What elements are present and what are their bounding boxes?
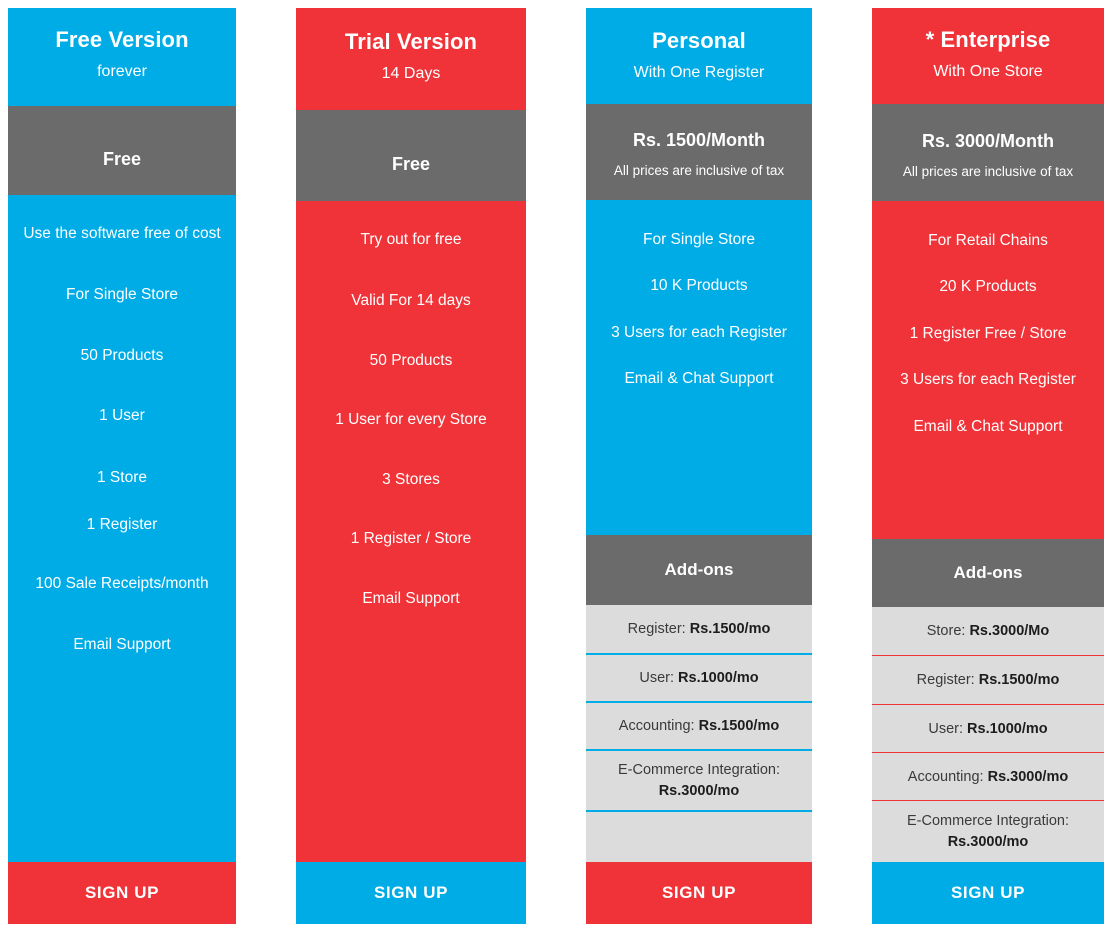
plan-name: * Enterprise: [925, 27, 1051, 52]
feature-item: For Retail Chains: [928, 232, 1048, 249]
feature-item: Email Support: [362, 590, 460, 608]
plan-subtitle: With One Register: [633, 64, 765, 82]
feature-item: Email & Chat Support: [913, 417, 1063, 435]
addon-label: Store:: [926, 623, 966, 639]
feature-item: For Single Store: [643, 231, 755, 248]
feature-item: Valid For 14 days: [351, 292, 471, 310]
addon-row[interactable]: E-Commerce Integration: Rs.3000/mo: [872, 800, 1104, 862]
plan-feature-list: For Single Store 10 K Products 3 Users f…: [586, 200, 812, 535]
feature-item: 20 K Products: [939, 278, 1037, 296]
plan-price-band: Free: [8, 106, 236, 195]
addon-price: Rs.1500/mo: [978, 672, 1060, 688]
plan-subtitle: 14 Days: [381, 65, 441, 83]
plan-card-free-version: Free Version forever Free Use the softwa…: [8, 8, 236, 924]
feature-item: Email & Chat Support: [624, 370, 774, 388]
addon-price: Rs.3000/mo: [947, 834, 1029, 850]
plan-subtitle: With One Store: [933, 63, 1043, 81]
addon-label: Register:: [916, 672, 975, 688]
plan-name: Trial Version: [344, 29, 478, 54]
signup-button-label: SIGN UP: [84, 883, 160, 902]
plan-feature-list: Try out for free Valid For 14 days 50 Pr…: [296, 201, 526, 862]
addons-title: Add-ons: [872, 539, 1104, 607]
plan-price-note: All prices are inclusive of tax: [613, 162, 785, 178]
plan-name: Free Version: [55, 27, 189, 52]
feature-item: Email Support: [73, 635, 171, 653]
feature-item: 1 Register Free / Store: [909, 324, 1067, 342]
plan-price: Free: [391, 154, 431, 174]
addon-row[interactable]: User: Rs.1000/mo: [872, 704, 1104, 752]
plan-feature-list: Use the software free of cost For Single…: [8, 195, 236, 862]
addon-price: Rs.1500/mo: [689, 621, 771, 637]
addons-list: Store: Rs.3000/Mo Register: Rs.1500/mo U…: [872, 607, 1104, 862]
feature-item: 50 Products: [80, 346, 164, 364]
addon-row[interactable]: Register: Rs.1500/mo: [586, 605, 812, 653]
feature-item: 1 User: [99, 407, 145, 425]
plan-price: Rs. 3000/Month: [921, 131, 1055, 151]
plan-price-band: Rs. 1500/Month All prices are inclusive …: [586, 104, 812, 200]
feature-item: 10 K Products: [650, 277, 748, 295]
signup-button[interactable]: SIGN UP: [296, 862, 526, 924]
feature-item: Try out for free: [360, 231, 462, 248]
signup-button[interactable]: SIGN UP: [8, 862, 236, 924]
addons-title-label: Add-ons: [664, 560, 734, 579]
signup-button-label: SIGN UP: [661, 883, 737, 902]
pricing-table: Free Version forever Free Use the softwa…: [0, 0, 1108, 934]
addon-price: Rs.3000/mo: [658, 783, 740, 799]
addon-row-empty: [586, 810, 812, 862]
feature-item: Use the software free of cost: [23, 225, 221, 242]
addon-label: Accounting:: [907, 768, 984, 785]
addon-price: Rs.3000/mo: [987, 768, 1069, 785]
addon-label: Accounting:: [618, 718, 695, 734]
plan-price-band: Rs. 3000/Month All prices are inclusive …: [872, 104, 1104, 201]
addon-price: Rs.3000/Mo: [969, 623, 1050, 639]
feature-item: 100 Sale Receipts/month: [35, 575, 209, 593]
plan-card-enterprise: * Enterprise With One Store Rs. 3000/Mon…: [872, 8, 1104, 924]
addon-label: E-Commerce Integration:: [618, 762, 780, 778]
addon-row[interactable]: E-Commerce Integration: Rs.3000/mo: [586, 749, 812, 810]
addon-row[interactable]: User: Rs.1000/mo: [586, 653, 812, 701]
feature-item: 1 User for every Store: [335, 411, 487, 429]
signup-button-label: SIGN UP: [950, 883, 1026, 902]
plan-feature-list: For Retail Chains 20 K Products 1 Regist…: [872, 201, 1104, 539]
plan-header: Trial Version 14 Days: [296, 8, 526, 110]
addons-title: Add-ons: [586, 535, 812, 605]
plan-card-trial-version: Trial Version 14 Days Free Try out for f…: [296, 8, 526, 924]
addons-list: Register: Rs.1500/mo User: Rs.1000/mo Ac…: [586, 605, 812, 862]
feature-item: 1 Register: [86, 515, 158, 533]
addon-price: Rs.1500/mo: [698, 718, 780, 734]
plan-price: Free: [102, 149, 142, 169]
addon-row[interactable]: Accounting: Rs.3000/mo: [872, 752, 1104, 800]
plan-price-note: All prices are inclusive of tax: [902, 163, 1074, 179]
addon-price: Rs.1000/mo: [967, 720, 1048, 737]
plan-header: Personal With One Register: [586, 8, 812, 104]
signup-button-label: SIGN UP: [373, 883, 449, 902]
addon-row[interactable]: Accounting: Rs.1500/mo: [586, 701, 812, 749]
addon-label: User:: [928, 720, 963, 737]
signup-button[interactable]: SIGN UP: [872, 862, 1104, 924]
addon-label: Register:: [627, 621, 686, 637]
feature-item: 1 Store: [97, 468, 147, 486]
addon-row[interactable]: Store: Rs.3000/Mo: [872, 607, 1104, 655]
plan-price-band: Free: [296, 110, 526, 201]
addon-row[interactable]: Register: Rs.1500/mo: [872, 655, 1104, 704]
plan-subtitle: forever: [97, 63, 147, 81]
addon-label: User:: [639, 670, 674, 686]
feature-item: 3 Users for each Register: [611, 323, 787, 341]
signup-button[interactable]: SIGN UP: [586, 862, 812, 924]
plan-name: Personal: [652, 28, 746, 53]
feature-item: 3 Stores: [382, 470, 440, 488]
feature-item: 1 Register / Store: [350, 529, 472, 547]
feature-item: 3 Users for each Register: [900, 371, 1076, 389]
plan-header: * Enterprise With One Store: [872, 8, 1104, 104]
plan-header: Free Version forever: [8, 8, 236, 106]
feature-item: For Single Store: [66, 286, 178, 304]
plan-card-personal: Personal With One Register Rs. 1500/Mont…: [586, 8, 812, 924]
addon-price: Rs.1000/mo: [678, 670, 759, 686]
addons-title-label: Add-ons: [953, 563, 1023, 582]
plan-price: Rs. 1500/Month: [632, 130, 766, 150]
feature-item: 50 Products: [369, 351, 453, 369]
addon-label: E-Commerce Integration:: [907, 813, 1069, 829]
